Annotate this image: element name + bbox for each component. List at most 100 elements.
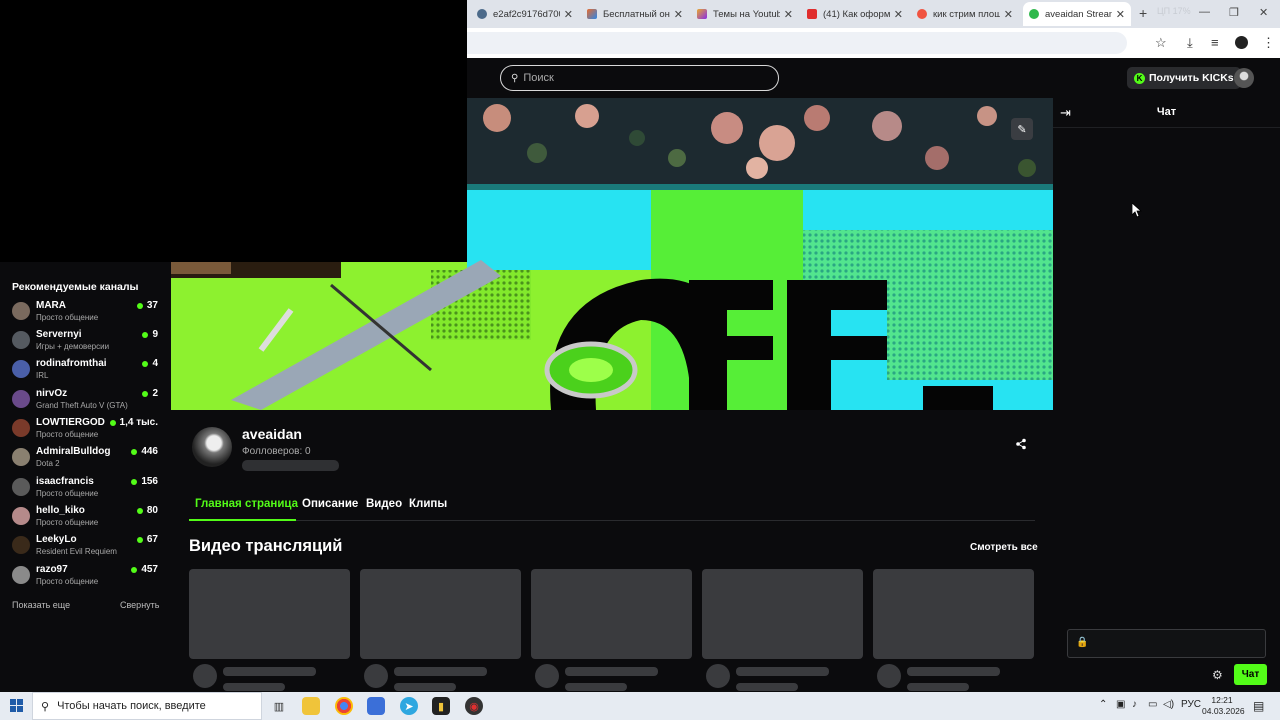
- live-dot-icon: [131, 566, 138, 573]
- bookmark-star-icon[interactable]: ☆: [1155, 35, 1167, 51]
- get-kicks-button[interactable]: K Получить KICKs: [1127, 67, 1241, 89]
- viewer-count-value: 67: [146, 534, 158, 545]
- close-tab-icon[interactable]: ✕: [674, 8, 683, 21]
- app-icon[interactable]: ▮: [432, 697, 450, 715]
- search-icon: ⚲: [41, 700, 50, 713]
- browser-menu-icon[interactable]: ⋮: [1262, 35, 1275, 51]
- sidebar-channel[interactable]: razo97 Просто общение 457: [10, 562, 162, 590]
- chat-send-button[interactable]: Чат: [1234, 664, 1267, 685]
- share-icon[interactable]: [1015, 438, 1027, 453]
- live-dot-icon: [142, 331, 149, 338]
- sidebar-channel[interactable]: nirvOz Grand Theft Auto V (GTA) 2: [10, 386, 162, 414]
- avatar: [12, 507, 30, 525]
- file-explorer-icon[interactable]: [302, 697, 320, 715]
- app-icon[interactable]: [367, 697, 385, 715]
- browser-tab[interactable]: e2af2c9176d7005 ✕: [471, 2, 579, 26]
- system-clock[interactable]: 12:21 04.03.2026: [1202, 695, 1245, 717]
- viewer-count: 457: [131, 564, 158, 575]
- viewer-count: 4: [142, 358, 158, 369]
- tab-label: Бесплатный онла: [603, 8, 670, 20]
- profile-avatar-icon[interactable]: [1235, 36, 1248, 49]
- avatar-placeholder: [364, 664, 388, 688]
- obs-icon[interactable]: ◉: [465, 697, 483, 715]
- avatar: [12, 478, 30, 496]
- chat-settings-icon[interactable]: ⚙: [1212, 668, 1223, 682]
- sidebar-channel[interactable]: Servernyi Игры + демоверсии 9: [10, 327, 162, 355]
- avatar-placeholder: [193, 664, 217, 688]
- kicks-icon: K: [1134, 72, 1145, 84]
- see-all-link[interactable]: Смотреть все: [970, 542, 1038, 553]
- channel-category: Dota 2: [36, 459, 60, 468]
- microphone-icon[interactable]: ♪: [1132, 699, 1137, 710]
- media-control-icon[interactable]: ≡: [1211, 35, 1219, 50]
- browser-tab[interactable]: кик стрим площ ✕: [911, 2, 1019, 26]
- download-icon[interactable]: ⤓: [1187, 35, 1193, 51]
- close-tab-icon[interactable]: ✕: [894, 8, 903, 21]
- task-view-icon[interactable]: ▥: [270, 697, 288, 715]
- browser-tab[interactable]: Темы на Youtube ✕: [691, 2, 799, 26]
- tab-label: e2af2c9176d7005: [493, 8, 560, 20]
- tray-overflow-icon[interactable]: ⌃: [1099, 699, 1107, 710]
- new-tab-button[interactable]: +: [1139, 5, 1147, 21]
- edit-banner-button[interactable]: ✎: [1011, 118, 1033, 140]
- windows-start-icon[interactable]: [10, 699, 23, 712]
- tab-videos[interactable]: Видео: [366, 498, 402, 510]
- volume-icon[interactable]: ◁): [1163, 699, 1174, 710]
- browser-tab[interactable]: Бесплатный онла ✕: [581, 2, 689, 26]
- live-dot-icon: [142, 390, 149, 397]
- address-bar[interactable]: [467, 32, 1127, 54]
- channel-tabs: Главная страница Описание Видео Клипы: [189, 497, 1035, 521]
- channel-name: LOWTIERGOD: [36, 417, 105, 428]
- telegram-icon[interactable]: ➤: [400, 697, 418, 715]
- collapse-link[interactable]: Свернуть: [120, 600, 159, 610]
- user-avatar[interactable]: [1234, 68, 1254, 88]
- channel-category: Resident Evil Requiem: [36, 547, 117, 556]
- tab-home[interactable]: Главная страница: [195, 498, 298, 510]
- tab-clips[interactable]: Клипы: [409, 498, 447, 510]
- close-window-button[interactable]: ✕: [1259, 6, 1268, 19]
- live-dot-icon: [136, 536, 143, 543]
- language-indicator[interactable]: РУС: [1181, 699, 1201, 710]
- viewer-count-value: 80: [146, 505, 158, 516]
- tray-app-icon[interactable]: ▣: [1116, 699, 1125, 710]
- viewer-count-value: 2: [152, 388, 158, 399]
- minimize-button[interactable]: —: [1199, 6, 1210, 18]
- kick-favicon-icon: [1029, 9, 1039, 19]
- taskbar-search-input[interactable]: ⚲ Чтобы начать поиск, введите: [32, 692, 262, 720]
- sidebar-channel[interactable]: isaacfrancis Просто общение 156: [10, 474, 162, 502]
- text-placeholder: [394, 667, 487, 676]
- chat-message-input[interactable]: 🔒: [1067, 629, 1266, 658]
- close-tab-icon[interactable]: ✕: [1004, 8, 1013, 21]
- sidebar-channel[interactable]: MARA Просто общение 37: [10, 298, 162, 326]
- browser-tab-active[interactable]: aveaidan Stream ✕: [1023, 2, 1131, 26]
- tab-about[interactable]: Описание: [302, 498, 358, 510]
- sidebar-channel[interactable]: LOWTIERGOD Просто общение 1,4 тыс.: [10, 415, 162, 443]
- sidebar-channel[interactable]: hello_kiko Просто общение 80: [10, 503, 162, 531]
- search-icon: ⚲: [511, 72, 519, 84]
- sidebar-channel[interactable]: AdmiralBulldog Dota 2 446: [10, 444, 162, 472]
- viewer-count: 67: [136, 534, 158, 545]
- chrome-icon[interactable]: [335, 697, 353, 715]
- browser-tab[interactable]: (41) Как оформи ✕: [801, 2, 909, 26]
- sidebar-channel[interactable]: LeekyLo Resident Evil Requiem 67: [10, 532, 162, 560]
- network-icon[interactable]: ▭: [1148, 699, 1157, 710]
- clock-time: 12:21: [1211, 695, 1233, 705]
- show-more-link[interactable]: Показать еще: [12, 600, 70, 610]
- viewer-count: 80: [136, 505, 158, 516]
- avatar: [12, 390, 30, 408]
- channel-avatar[interactable]: [192, 427, 232, 467]
- clock-date: 04.03.2026: [1202, 706, 1245, 716]
- viewer-count-value: 37: [146, 300, 158, 311]
- sidebar-channel[interactable]: rodinafromthai IRL 4: [10, 356, 162, 384]
- close-tab-icon[interactable]: ✕: [784, 8, 793, 21]
- search-input[interactable]: ⚲ Поиск: [500, 65, 779, 91]
- maximize-button[interactable]: ❐: [1229, 6, 1239, 19]
- text-placeholder: [565, 667, 658, 676]
- close-tab-icon[interactable]: ✕: [1116, 8, 1125, 21]
- channel-category: Просто общение: [36, 489, 99, 498]
- close-tab-icon[interactable]: ✕: [564, 8, 573, 21]
- notifications-icon[interactable]: ▤: [1253, 699, 1264, 713]
- avatar-placeholder: [535, 664, 559, 688]
- avatar: [12, 360, 30, 378]
- channel-category: Игры + демоверсии: [36, 342, 110, 351]
